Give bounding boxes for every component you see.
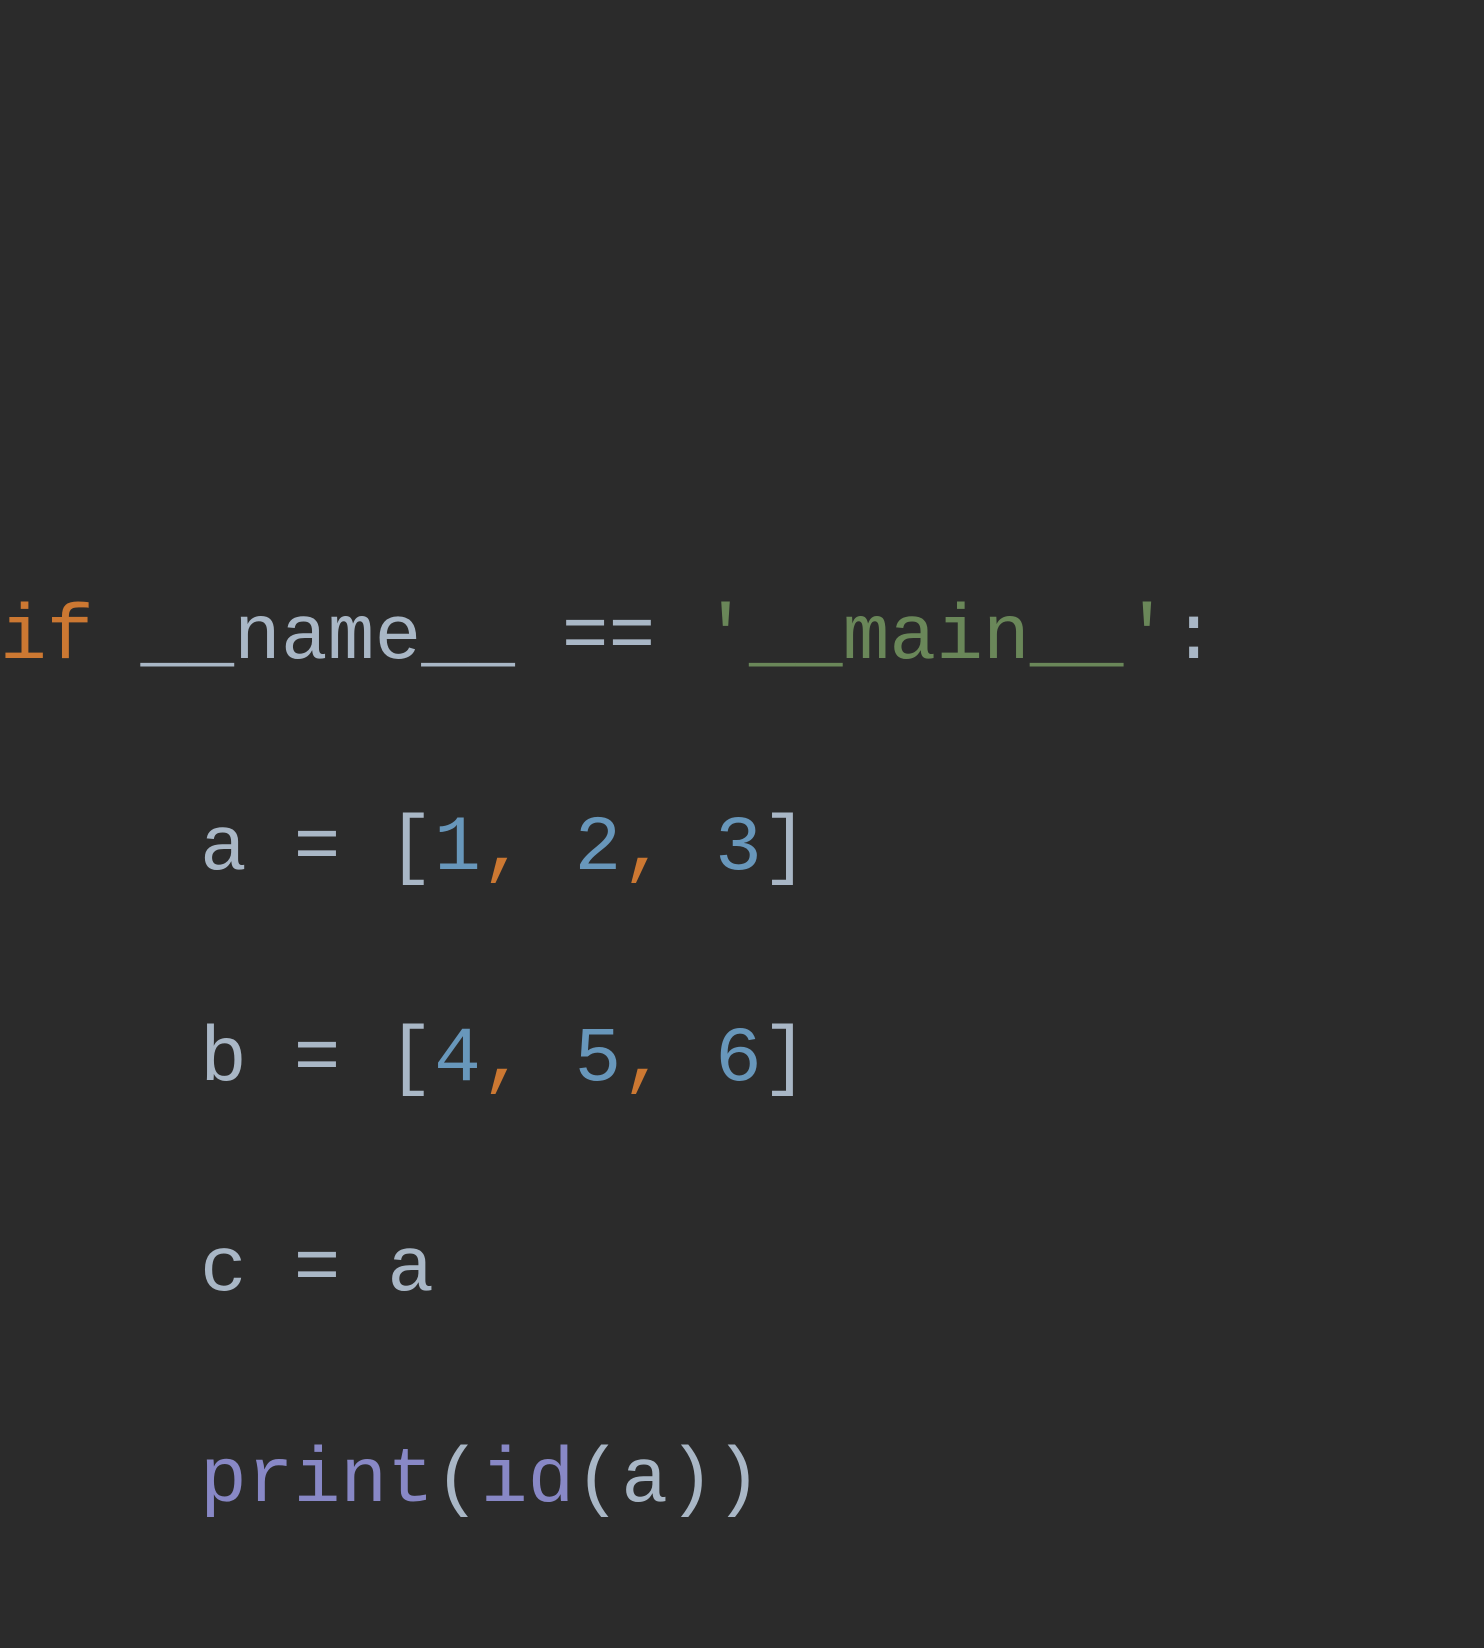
equals-operator: == [562,594,656,682]
paren-close: ) [715,1647,762,1648]
number-6: 6 [715,1016,762,1104]
print-builtin: print [200,1647,434,1648]
code-line-6: print(id(c)) [0,1639,1484,1648]
open-bracket: [ [387,805,434,893]
paren-open: ( [434,1647,481,1648]
close-bracket: ] [762,1016,809,1104]
var-b: b [200,1016,247,1104]
comma: , [621,805,668,893]
number-3: 3 [715,805,762,893]
assign-operator: = [294,1226,341,1314]
string-quote: ' [1123,594,1170,682]
assign-operator: = [294,805,341,893]
colon: : [1170,594,1217,682]
comma: , [481,1016,528,1104]
paren-open: ( [574,1647,621,1648]
code-line-3: b = [4, 5, 6] [0,1008,1484,1113]
var-c: c [200,1226,247,1314]
var-a: a [200,805,247,893]
paren-close: ) [668,1437,715,1525]
print-builtin: print [200,1437,434,1525]
number-5: 5 [575,1016,622,1104]
open-bracket: [ [387,1016,434,1104]
paren-open: ( [574,1437,621,1525]
paren-close: ) [715,1437,762,1525]
keyword-if: if [0,594,94,682]
paren-close: ) [668,1647,715,1648]
code-editor[interactable]: if __name__ == '__main__': a = [1, 2, 3]… [0,481,1484,1648]
comma: , [481,805,528,893]
dunder-name: __name__ [140,594,514,682]
paren-open: ( [434,1437,481,1525]
id-builtin: id [481,1647,575,1648]
close-bracket: ] [762,805,809,893]
code-line-4: c = a [0,1218,1484,1323]
comma: , [621,1016,668,1104]
number-1: 1 [434,805,481,893]
string-main: __main__ [749,594,1123,682]
id-builtin: id [481,1437,575,1525]
code-line-1: if __name__ == '__main__': [0,586,1484,691]
arg-a: a [621,1437,668,1525]
number-4: 4 [434,1016,481,1104]
var-a-ref: a [387,1226,434,1314]
code-line-5: print(id(a)) [0,1429,1484,1534]
code-line-2: a = [1, 2, 3] [0,797,1484,902]
arg-c: c [621,1647,668,1648]
string-quote: ' [702,594,749,682]
number-2: 2 [575,805,622,893]
assign-operator: = [294,1016,341,1104]
